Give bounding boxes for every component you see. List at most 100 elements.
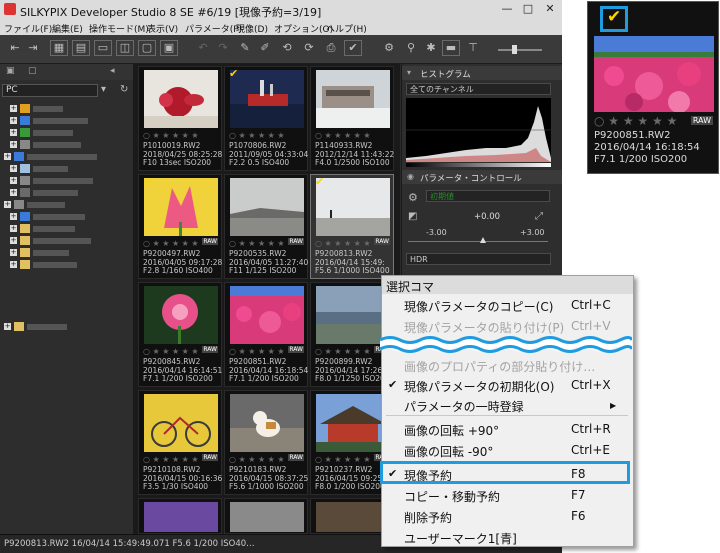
rating-stars[interactable]: ○ ★ ★ ★ ★ ★: [143, 131, 199, 140]
menu-help[interactable]: ヘルプ(H): [326, 22, 367, 35]
back-icon[interactable]: ⇤: [6, 40, 24, 56]
folder-tab-icon[interactable]: ▣: [6, 66, 20, 77]
tree-expand-icon[interactable]: +: [10, 117, 17, 124]
menu-item[interactable]: コピー・移動予約 F7: [382, 486, 633, 506]
thumbnail-cell[interactable]: ○ ★ ★ ★ ★ ★ P1140933.RW2 2012/12/14 11:43:…: [310, 66, 394, 171]
develop-reserve-check-icon[interactable]: ✔: [229, 67, 238, 80]
minimize-button[interactable]: —: [500, 2, 514, 16]
tree-item[interactable]: +: [10, 116, 120, 126]
thumbnail-cell[interactable]: ○ ★ ★ ★ ★ ★ RAW P9210183.RW2 2016/04/15 08:…: [224, 390, 308, 495]
rating-stars[interactable]: ○ ★ ★ ★ ★ ★: [229, 131, 285, 140]
tree-expand-icon[interactable]: +: [10, 129, 17, 136]
develop-icon[interactable]: ⎙: [322, 40, 340, 56]
menu-options[interactable]: オプション(O): [274, 22, 333, 35]
thumbnail-cell[interactable]: ✔ ○ ★ ★ ★ ★ ★ RAW P9200497.RW2 2016/04/05 09…: [138, 174, 222, 279]
develop-reserve-icon[interactable]: ✔: [344, 40, 362, 56]
tree-expand-icon[interactable]: +: [10, 141, 17, 148]
undo-icon[interactable]: ↶: [194, 40, 212, 56]
thumbnail-cell-partial[interactable]: [224, 498, 308, 534]
inset-rating[interactable]: ○ ★ ★ ★ ★ ★: [594, 114, 677, 128]
thumbnail-cell[interactable]: ✔ ○ ★ ★ ★ ★ ★ RAW P9200813.RW2 2016/04/14 15…: [310, 174, 394, 279]
menu-mode[interactable]: 操作モード(M): [89, 22, 149, 35]
tree-item[interactable]: +: [10, 224, 120, 234]
fullscreen-view-icon[interactable]: ▢: [138, 40, 156, 56]
exposure-slider[interactable]: [408, 241, 548, 242]
tree-item[interactable]: +: [4, 322, 114, 332]
menu-item[interactable]: パラメータの一時登録 ▶: [382, 396, 633, 416]
zoom-slider[interactable]: [498, 45, 542, 54]
menu-item[interactable]: 現像パラメータのコピー(C) Ctrl+C: [382, 296, 633, 316]
thumbnail-cell[interactable]: ○ ★ ★ ★ ★ ★ RAW P9200851.RW2 2016/04/14 16:…: [224, 282, 308, 387]
rating-stars[interactable]: ○ ★ ★ ★ ★ ★: [229, 347, 285, 356]
tree-expand-icon[interactable]: +: [10, 213, 17, 220]
rating-stars[interactable]: ○ ★ ★ ★ ★ ★: [143, 347, 199, 356]
tree-expand-icon[interactable]: +: [10, 189, 17, 196]
menu-item[interactable]: 画像の回転 +90° Ctrl+R: [382, 420, 633, 440]
zoom-slider-thumb[interactable]: [512, 45, 517, 54]
loupe-icon[interactable]: ⚲: [402, 40, 420, 56]
stamp-icon[interactable]: ⊤: [464, 40, 482, 56]
menu-develop[interactable]: 現像(D): [236, 22, 268, 35]
rating-stars[interactable]: ○ ★ ★ ★ ★ ★: [315, 455, 371, 464]
tree-expand-icon[interactable]: +: [10, 261, 17, 268]
rating-stars[interactable]: ○ ★ ★ ★ ★ ★: [315, 239, 371, 248]
thumbnail-cell[interactable]: ○ ★ ★ ★ ★ ★ P1010019.RW2 2018/04/25 08:25:…: [138, 66, 222, 171]
spot-icon[interactable]: ✱: [422, 40, 440, 56]
panel-collapse-icon[interactable]: ◂: [110, 66, 124, 77]
rating-stars[interactable]: ○ ★ ★ ★ ★ ★: [315, 347, 371, 356]
inset-check-icon[interactable]: ✔: [607, 7, 621, 27]
menu-edit[interactable]: 編集(E): [52, 22, 83, 35]
tree-item[interactable]: +: [4, 200, 114, 210]
tree-item[interactable]: +: [10, 260, 120, 270]
rating-stars[interactable]: ○ ★ ★ ★ ★ ★: [229, 239, 285, 248]
auto-exposure-icon[interactable]: ⤢: [535, 211, 543, 222]
location-dropdown-icon[interactable]: ▾: [101, 84, 106, 95]
tree-item[interactable]: +: [10, 212, 120, 222]
exposure-value[interactable]: +0.00: [457, 212, 517, 222]
tree-item[interactable]: +: [10, 176, 120, 186]
tree-expand-icon[interactable]: +: [10, 177, 17, 184]
menu-item[interactable]: 削除予約 F6: [382, 507, 633, 527]
rotate-left-icon[interactable]: ⟲: [278, 40, 296, 56]
thumbnail-cell-partial[interactable]: [138, 498, 222, 534]
display-icon[interactable]: ▬: [442, 40, 460, 56]
thumbnail-cell[interactable]: ○ ★ ★ ★ ★ ★ RAW P9200535.RW2 2016/04/05 11:…: [224, 174, 308, 279]
thumbnail-cell[interactable]: ○ ★ ★ ★ ★ ★ RAW P9200845.RW2 2016/04/14 16:…: [138, 282, 222, 387]
location-select[interactable]: PC: [2, 84, 98, 97]
rating-stars[interactable]: ○ ★ ★ ★ ★ ★: [315, 131, 371, 140]
maximize-button[interactable]: □: [521, 2, 535, 16]
rotate-right-icon[interactable]: ⟳: [300, 40, 318, 56]
tree-item[interactable]: +: [10, 140, 120, 150]
tree-expand-icon[interactable]: +: [4, 323, 11, 330]
menu-item[interactable]: ユーザーマーク1[青]: [382, 528, 633, 546]
gear-icon[interactable]: ⚙: [408, 191, 418, 204]
channel-select[interactable]: 全てのチャンネル: [406, 83, 551, 95]
filmstrip-view-icon[interactable]: ▤: [72, 40, 90, 56]
collapse-icon[interactable]: ▾: [407, 69, 416, 77]
histogram-header[interactable]: ▾ ヒストグラム: [402, 66, 562, 80]
tree-expand-icon[interactable]: +: [10, 237, 17, 244]
compare-view-icon[interactable]: ◫: [116, 40, 134, 56]
single-view-icon[interactable]: ▭: [94, 40, 112, 56]
paste-params-icon[interactable]: ✐: [256, 40, 274, 56]
tree-item[interactable]: +: [10, 104, 120, 114]
refresh-icon[interactable]: ↻: [120, 84, 128, 95]
rating-stars[interactable]: ○ ★ ★ ★ ★ ★: [143, 239, 199, 248]
redo-icon[interactable]: ↷: [214, 40, 232, 56]
control-header[interactable]: ◉ パラメータ・コントロール: [402, 170, 562, 184]
rating-stars[interactable]: ○ ★ ★ ★ ★ ★: [143, 455, 199, 464]
menu-parameter[interactable]: パラメータ(P): [185, 22, 242, 35]
preset-select[interactable]: 初期値: [426, 190, 550, 202]
panel-view-icon[interactable]: ▣: [160, 40, 178, 56]
copy-params-icon[interactable]: ✎: [236, 40, 254, 56]
exposure-slider-thumb[interactable]: [480, 237, 486, 243]
menu-item[interactable]: 画像の回転 -90° Ctrl+E: [382, 441, 633, 461]
batch-icon[interactable]: ⚙: [380, 40, 398, 56]
menu-file[interactable]: ファイル(F): [4, 22, 52, 35]
thumbnail-cell[interactable]: ✔ ○ ★ ★ ★ ★ ★ P1070806.RW2 2011/09/05 04:33…: [224, 66, 308, 171]
tree-expand-icon[interactable]: +: [4, 153, 11, 160]
tree-item[interactable]: +: [10, 188, 120, 198]
menu-view[interactable]: 表示(V): [147, 22, 178, 35]
tree-item[interactable]: +: [10, 164, 120, 174]
tree-expand-icon[interactable]: +: [10, 105, 17, 112]
